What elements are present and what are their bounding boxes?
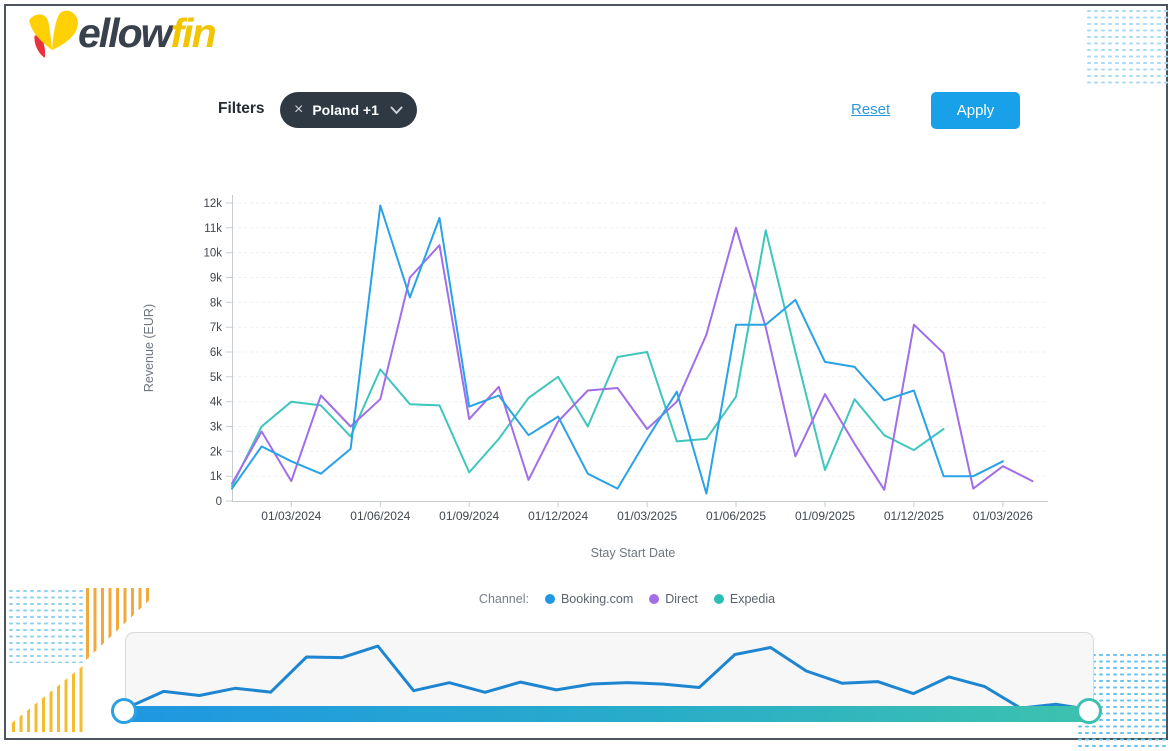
legend-item-expedia[interactable]: Expedia [714,592,775,606]
svg-text:1k: 1k [210,471,222,483]
legend-items: Booking.com Direct Expedia [545,592,775,606]
svg-text:10k: 10k [203,248,222,260]
chip-remove-icon[interactable]: × [294,101,303,119]
svg-text:01/06/2024: 01/06/2024 [350,509,410,523]
svg-text:12k: 12k [203,198,222,210]
svg-text:3k: 3k [210,422,222,434]
range-slider-handle-right[interactable] [1076,698,1102,724]
svg-text:9k: 9k [210,273,222,285]
svg-text:8k: 8k [210,297,222,309]
legend-item-label: Direct [665,592,698,606]
yellowfin-logo-mark [22,8,82,65]
series-line-direct [232,228,1033,490]
svg-text:11k: 11k [204,223,222,235]
legend-item-label: Expedia [730,592,775,606]
series-line-expedia [232,230,944,486]
svg-text:01/03/2025: 01/03/2025 [617,509,677,523]
chevron-down-icon[interactable] [390,106,403,115]
dot-pattern-top-right [1086,8,1170,86]
apply-button[interactable]: Apply [931,92,1020,129]
svg-text:01/09/2024: 01/09/2024 [439,509,499,523]
time-brush-panel[interactable] [125,632,1094,716]
series-line-bookingcom [232,206,1003,494]
range-slider-handle-left[interactable] [111,698,137,724]
dot-pattern-bottom-left [8,588,86,663]
svg-text:01/12/2025: 01/12/2025 [884,509,944,523]
yellowfin-logo: ellowfin [22,8,215,65]
svg-text:0: 0 [216,496,222,508]
svg-text:2k: 2k [210,446,222,458]
legend-title: Channel: [479,592,529,606]
filter-chip-poland[interactable]: × Poland +1 [280,92,417,128]
legend-item-bookingcom[interactable]: Booking.com [545,592,633,606]
yellowfin-wordmark: ellowfin [78,13,215,54]
svg-text:6k: 6k [210,347,222,359]
chart-legend: Channel: Booking.com Direct Expedia [232,592,1022,606]
legend-dot-icon [545,594,555,604]
svg-text:01/03/2026: 01/03/2026 [973,509,1033,523]
reset-link[interactable]: Reset [851,101,890,118]
svg-text:01/03/2024: 01/03/2024 [261,509,321,523]
brush-overview-line [126,633,1093,715]
y-axis-title: Revenue (EUR) [142,304,156,392]
svg-text:01/12/2024: 01/12/2024 [528,509,588,523]
svg-text:7k: 7k [210,322,222,334]
svg-text:5k: 5k [210,372,222,384]
svg-text:01/06/2025: 01/06/2025 [706,509,766,523]
legend-item-direct[interactable]: Direct [649,592,698,606]
x-axis-title: Stay Start Date [591,546,676,560]
filters-label: Filters [218,100,265,118]
range-slider-track[interactable] [125,706,1090,722]
chip-label: Poland +1 [312,102,379,118]
legend-item-label: Booking.com [561,592,633,606]
legend-dot-icon [649,594,659,604]
svg-text:01/09/2025: 01/09/2025 [795,509,855,523]
legend-dot-icon [714,594,724,604]
svg-text:4k: 4k [210,397,222,409]
